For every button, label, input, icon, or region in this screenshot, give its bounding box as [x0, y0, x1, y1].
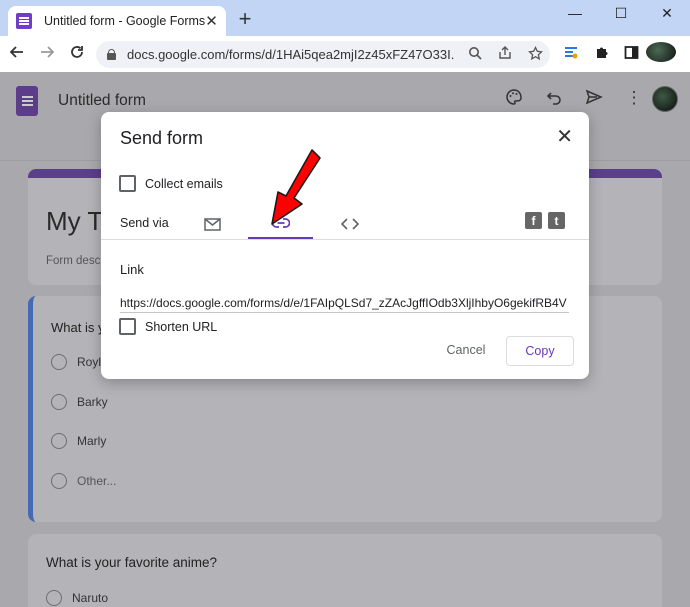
bookmark-star-icon[interactable] — [520, 45, 550, 64]
shorten-url-checkbox[interactable]: Shorten URL — [119, 318, 217, 335]
checkbox-icon[interactable] — [119, 175, 136, 192]
form-title: My T — [46, 206, 104, 236]
question-card-2: What is your favorite anime? Naruto — [28, 534, 662, 607]
collect-emails-label: Collect emails — [145, 176, 223, 191]
tab-title: Untitled form - Google Forms — [44, 14, 206, 28]
red-arrow-annotation-icon — [271, 149, 321, 225]
extension-icon[interactable] — [556, 44, 586, 64]
link-url-field[interactable] — [120, 293, 569, 313]
more-options-icon[interactable]: ⋮ — [614, 88, 654, 111]
radio-option[interactable]: Naruto — [46, 590, 108, 606]
restore-button[interactable]: ☐ — [598, 0, 644, 26]
undo-icon[interactable] — [534, 88, 574, 111]
radio-option-other[interactable]: Other... — [51, 473, 116, 489]
radio-option[interactable]: Barky — [51, 394, 108, 410]
send-form-dialog: Send form ✕ Collect emails Send via f t … — [101, 112, 589, 379]
forms-favicon-icon — [16, 13, 32, 29]
question-text: What is your favorite anime? — [46, 555, 218, 570]
minimize-button[interactable]: — — [552, 0, 598, 26]
collect-emails-checkbox[interactable]: Collect emails — [119, 175, 223, 192]
chrome-menu-icon[interactable]: ⋮ — [676, 45, 690, 63]
email-icon — [203, 217, 221, 231]
dialog-divider — [101, 239, 589, 240]
palette-icon[interactable] — [494, 88, 534, 111]
google-forms-logo-icon[interactable] — [16, 86, 38, 116]
lock-icon[interactable] — [106, 48, 116, 61]
search-icon[interactable] — [460, 46, 490, 64]
form-description: Form desc — [46, 255, 101, 267]
tab-email[interactable] — [195, 208, 229, 240]
tab-close-icon[interactable]: ✕ — [205, 12, 218, 30]
twitter-icon[interactable]: t — [548, 212, 565, 229]
send-icon[interactable] — [574, 88, 614, 111]
back-arrow-icon[interactable] — [2, 44, 32, 65]
option-label: Naruto — [72, 591, 109, 605]
new-tab-button[interactable]: + — [235, 8, 255, 30]
url-text[interactable]: docs.google.com/forms/d/1HAi5qea2mjI2z45… — [127, 47, 454, 62]
checkbox-icon[interactable] — [119, 318, 136, 335]
radio-option[interactable]: Royle — [51, 354, 108, 370]
close-window-button[interactable]: ✕ — [644, 0, 690, 26]
link-heading: Link — [120, 262, 144, 277]
browser-tab[interactable]: Untitled form - Google Forms ✕ — [8, 6, 226, 36]
document-title[interactable]: Untitled form — [58, 92, 146, 110]
browser-tabstrip: Untitled form - Google Forms ✕ + — ☐ ✕ — [0, 0, 690, 36]
copy-button[interactable]: Copy — [506, 336, 574, 366]
address-bar[interactable]: docs.google.com/forms/d/1HAi5qea2mjI2z45… — [96, 41, 550, 68]
radio-circle-icon — [51, 473, 67, 489]
account-avatar[interactable] — [652, 86, 678, 112]
radio-circle-icon — [51, 354, 67, 370]
forward-arrow-icon[interactable] — [32, 44, 62, 65]
facebook-icon[interactable]: f — [525, 212, 542, 229]
window-controls: — ☐ ✕ — [552, 0, 690, 28]
radio-circle-icon — [51, 433, 67, 449]
embed-code-icon — [341, 218, 359, 230]
close-icon[interactable]: ✕ — [556, 124, 573, 149]
dialog-title: Send form — [120, 128, 204, 148]
radio-option[interactable]: Marly — [51, 433, 106, 449]
side-panel-icon[interactable] — [616, 45, 646, 64]
option-label: Other... — [77, 474, 117, 488]
profile-avatar[interactable] — [646, 42, 676, 66]
send-via-label: Send via — [120, 216, 169, 230]
share-icon[interactable] — [490, 45, 520, 64]
shorten-url-label: Shorten URL — [145, 319, 218, 334]
radio-circle-icon — [46, 590, 62, 606]
extensions-puzzle-icon[interactable] — [586, 45, 616, 64]
tab-embed[interactable] — [333, 208, 367, 240]
option-label: Marly — [77, 434, 107, 448]
reload-icon[interactable] — [62, 44, 92, 65]
cancel-button[interactable]: Cancel — [439, 338, 493, 362]
radio-circle-icon — [51, 394, 67, 410]
question-text: What is y — [51, 320, 105, 335]
browser-toolbar: docs.google.com/forms/d/1HAi5qea2mjI2z45… — [0, 36, 690, 72]
option-label: Barky — [77, 395, 108, 409]
